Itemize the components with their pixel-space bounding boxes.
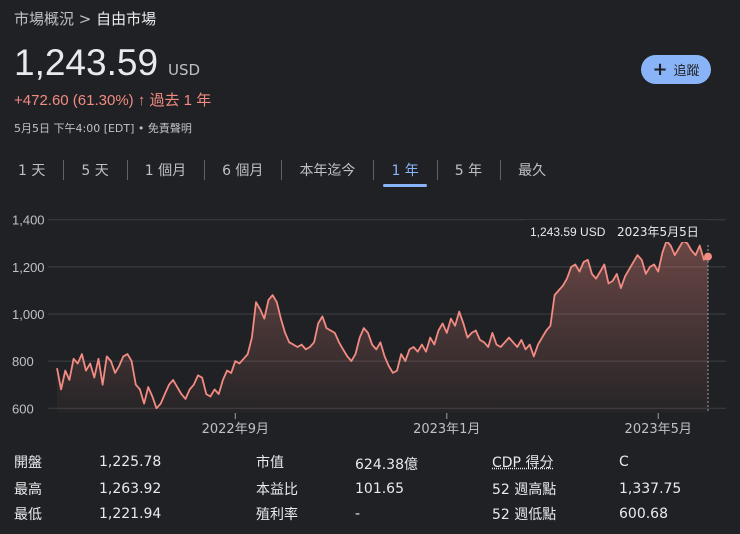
price-row: 1,243.59 USD: [14, 42, 200, 84]
stat-label: 最高: [14, 482, 42, 498]
stat-value: 1,263.92: [99, 481, 162, 497]
tab-5y[interactable]: 5 年: [436, 155, 500, 185]
x-tick-label: 2023年1月: [413, 422, 480, 437]
cdp-score-label[interactable]: CDP 得分: [492, 452, 553, 472]
breadcrumb-separator: >: [78, 10, 92, 28]
plus-icon: +: [652, 58, 668, 80]
current-price: 1,243.59: [14, 42, 159, 83]
stat-value: 600.68: [619, 506, 668, 522]
time-range-tabs: 1 天 5 天 1 個月 6 個月 本年迄今 1 年 5 年 最久: [0, 155, 564, 187]
breadcrumb-parent[interactable]: 市場概況: [14, 10, 74, 28]
follow-button-label: 追蹤: [673, 64, 700, 79]
stat-value: 624.38億: [355, 457, 418, 473]
cursor-point: [704, 252, 712, 261]
tab-1y[interactable]: 1 年: [373, 155, 436, 187]
y-tick-label: 1,200: [12, 260, 45, 275]
y-tick-label: 1,000: [12, 307, 45, 322]
tab-max[interactable]: 最久: [500, 155, 564, 185]
tab-1d[interactable]: 1 天: [0, 155, 63, 185]
follow-button[interactable]: + 追蹤: [641, 55, 711, 84]
tab-label: 1 天: [18, 163, 46, 179]
x-tick-label: 2023年5月: [625, 422, 692, 437]
stat-value: C: [619, 454, 629, 470]
stat-label: 市值: [256, 455, 284, 471]
tab-label: 本年迄今: [299, 163, 356, 179]
chart-tooltip: 1,243.59 USD 2023年5月5日: [523, 220, 709, 242]
y-tick-label: 800: [12, 354, 34, 369]
stat-value: -: [355, 506, 361, 522]
change-period: 過去 1 年: [149, 92, 212, 109]
stat-label: 本益比: [256, 482, 298, 498]
y-tick-label: 600: [12, 401, 34, 416]
tooltip-date: 2023年5月5日: [617, 225, 699, 239]
x-tick-label: 2022年9月: [202, 422, 269, 437]
stat-value: 101.65: [355, 481, 404, 497]
y-tick-label: 1,400: [12, 213, 45, 228]
stat-value: 1,225.78: [99, 454, 162, 470]
stat-value: 1,337.75: [619, 481, 682, 497]
stat-label: 最低: [14, 507, 42, 523]
currency-label: USD: [168, 61, 201, 79]
tab-label: 5 天: [81, 163, 109, 179]
tab-label: 6 個月: [222, 163, 264, 179]
price-chart[interactable]: 600 800 1,000 1,200 1,400 1,243.59 USD 2023年…: [0, 205, 740, 437]
tab-label: 最久: [518, 163, 547, 179]
tab-label: 5 年: [454, 163, 483, 179]
tab-6m[interactable]: 6 個月: [204, 155, 281, 185]
stat-label: 52 週低點: [492, 507, 557, 523]
price-change: +472.60 (61.30%) ↑ 過去 1 年: [14, 89, 211, 110]
tab-5d[interactable]: 5 天: [63, 155, 126, 185]
breadcrumb-current: 自由市場: [96, 10, 157, 28]
stat-value: 1,221.94: [99, 506, 162, 522]
stat-label: 開盤: [14, 455, 42, 471]
tab-1m[interactable]: 1 個月: [126, 155, 204, 185]
change-value: +472.60 (61.30%): [14, 92, 134, 109]
tooltip-value: 1,243.59 USD: [530, 225, 606, 239]
arrow-up-icon: ↑: [137, 92, 146, 109]
tab-ytd[interactable]: 本年迄今: [281, 155, 373, 185]
quote-meta: 5月5日 下午4:00 [EDT] • 免責聲明: [14, 122, 192, 135]
tab-label: 1 年: [391, 163, 419, 179]
tab-label: 1 個月: [144, 163, 187, 179]
stat-label: 殖利率: [256, 507, 298, 523]
breadcrumb: 市場概況 > 自由市場: [14, 8, 156, 29]
stat-label: 52 週高點: [492, 482, 557, 498]
